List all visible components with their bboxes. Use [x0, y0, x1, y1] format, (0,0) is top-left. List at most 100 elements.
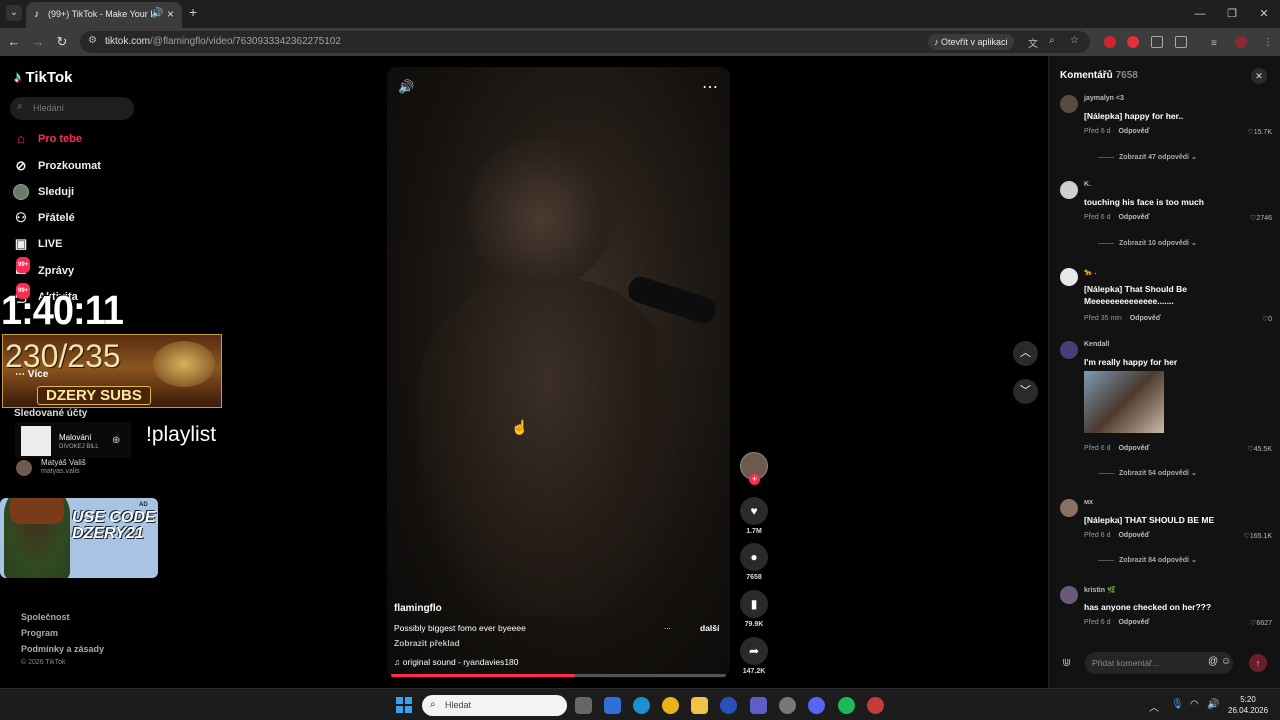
ea-app-icon[interactable]: [720, 697, 737, 714]
video-progress-bar[interactable]: [391, 674, 726, 677]
close-icon[interactable]: ✕: [1251, 68, 1267, 84]
comment-image[interactable]: [1084, 371, 1164, 433]
tab-search-menu-icon[interactable]: ⌄: [6, 5, 22, 21]
bookmark-star-icon[interactable]: ☆: [1070, 35, 1079, 46]
more-options-icon[interactable]: ⋯: [702, 77, 718, 97]
comment-like[interactable]: ♡15.7K: [1230, 128, 1272, 136]
gif-icon[interactable]: ⋓: [1062, 656, 1071, 669]
comment-like[interactable]: ♡45.5K: [1230, 445, 1272, 453]
comment-input[interactable]: Přidat komentář... @ ☺: [1085, 652, 1233, 674]
extensions-puzzle-icon[interactable]: [1175, 36, 1187, 48]
minimize-icon[interactable]: —: [1184, 0, 1216, 28]
comment-user[interactable]: мх: [1084, 499, 1093, 506]
comment-icon[interactable]: ●: [740, 543, 768, 571]
reply-button[interactable]: Odpověď: [1118, 445, 1149, 452]
comment-like[interactable]: ♡2746: [1230, 214, 1272, 222]
share-icon[interactable]: ➦: [740, 637, 768, 665]
audio-playing-icon[interactable]: 🔊: [151, 8, 163, 19]
wifi-icon[interactable]: ◠: [1190, 699, 1199, 710]
browser-menu-icon[interactable]: ⋮: [1263, 37, 1273, 48]
view-replies-button[interactable]: Zobrazit 47 odpovědí ⌄: [1098, 153, 1197, 161]
follow-plus-icon[interactable]: +: [749, 474, 760, 485]
search-input[interactable]: ⌕ Hledání: [10, 97, 134, 120]
sound-link[interactable]: ♫ original sound - ryandavies180: [394, 657, 519, 667]
restore-icon[interactable]: ❐: [1216, 0, 1248, 28]
notes-app-icon[interactable]: [604, 697, 621, 714]
tiktok-logo[interactable]: ♪ TikTok: [14, 69, 72, 86]
reply-button[interactable]: Odpověď: [1130, 315, 1161, 322]
comment-like[interactable]: ♡165.1K: [1230, 532, 1272, 540]
comment-user[interactable]: Kendall: [1084, 341, 1109, 348]
bookmark-icon[interactable]: ▮: [740, 590, 768, 618]
new-tab-icon[interactable]: +: [189, 4, 197, 20]
app-icon[interactable]: [779, 697, 796, 714]
comment-like[interactable]: ♡0: [1230, 315, 1272, 323]
extension-icon[interactable]: [1151, 36, 1163, 48]
spotify-icon[interactable]: [838, 697, 855, 714]
volume-tray-icon[interactable]: 🔊: [1207, 699, 1219, 710]
view-replies-button[interactable]: Zobrazit 10 odpovědí ⌄: [1098, 239, 1197, 247]
sidebar-item-messages[interactable]: ✉99+ Zprávy: [13, 257, 74, 281]
extension-icon[interactable]: [1104, 36, 1116, 48]
footer-link-program[interactable]: Program: [21, 628, 58, 638]
chrome-active-icon[interactable]: [867, 697, 884, 714]
forward-icon[interactable]: →: [30, 34, 46, 49]
mention-icon[interactable]: @: [1208, 656, 1218, 667]
comment-action[interactable]: ● 7658: [740, 543, 768, 581]
avatar[interactable]: [1060, 586, 1078, 604]
emoji-icon[interactable]: ☺: [1221, 656, 1231, 667]
address-bar[interactable]: ⚙ tiktok.com/@flamingflo/video/763093334…: [80, 31, 1090, 53]
video-author[interactable]: flamingflo: [394, 603, 442, 614]
previous-video-button[interactable]: ︿: [1013, 341, 1038, 366]
like-action[interactable]: ♥ 1.7M: [740, 497, 768, 535]
tray-chevron-icon[interactable]: ︿: [1149, 699, 1159, 714]
windows-start-icon[interactable]: [396, 697, 412, 713]
file-explorer-icon[interactable]: [691, 697, 708, 714]
translate-icon[interactable]: 文: [1028, 35, 1038, 50]
volume-icon[interactable]: 🔊: [398, 79, 414, 95]
sidebar-item-live[interactable]: ▣ LIVE: [13, 234, 63, 254]
comment-user[interactable]: kristin 🌿: [1084, 586, 1116, 594]
reply-button[interactable]: Odpověď: [1118, 214, 1149, 221]
task-view-icon[interactable]: [575, 697, 592, 714]
edge-icon[interactable]: [633, 697, 650, 714]
avatar[interactable]: [1060, 499, 1078, 517]
comment-user[interactable]: K.: [1084, 181, 1091, 188]
reply-button[interactable]: Odpověď: [1118, 619, 1149, 626]
reload-icon[interactable]: ↻: [54, 34, 70, 50]
avatar[interactable]: [1060, 268, 1078, 286]
sidebar-item-friends[interactable]: ⚇ Přátelé: [13, 208, 75, 228]
url-text[interactable]: tiktok.com/@flamingflo/video/76309333423…: [105, 36, 341, 47]
reply-button[interactable]: Odpověď: [1118, 128, 1149, 135]
window-close-icon[interactable]: ✕: [1248, 0, 1280, 28]
reply-button[interactable]: Odpověď: [1118, 532, 1149, 539]
heart-icon[interactable]: ♥: [740, 497, 768, 525]
comment-user[interactable]: jaymalyn <3: [1084, 95, 1124, 102]
zoom-icon[interactable]: ⌕: [1049, 35, 1055, 46]
site-info-icon[interactable]: ⚙: [88, 35, 97, 46]
taskbar-search-input[interactable]: ⌕ Hledat: [422, 695, 567, 716]
comment-like[interactable]: ♡6627: [1230, 619, 1272, 627]
open-in-app-button[interactable]: ♪ Otevřít v aplikaci: [928, 34, 1014, 50]
sidebar-item-following[interactable]: Sleduji: [13, 182, 74, 202]
microphone-icon[interactable]: 🎙: [1171, 699, 1184, 710]
tab-close-icon[interactable]: ×: [167, 7, 174, 21]
discord-icon[interactable]: [808, 697, 825, 714]
media-control-icon[interactable]: ≡: [1211, 38, 1217, 49]
avatar[interactable]: [1060, 95, 1078, 113]
teams-icon[interactable]: [750, 697, 767, 714]
comment-user[interactable]: 🐆 .: [1084, 268, 1097, 276]
next-video-button[interactable]: ﹀: [1013, 379, 1038, 404]
save-action[interactable]: ▮ 79.9K: [740, 590, 768, 628]
extension-icon[interactable]: [1127, 36, 1139, 48]
avatar[interactable]: [1060, 341, 1078, 359]
share-action[interactable]: ➦ 147.2K: [740, 637, 768, 675]
caption-more-link[interactable]: další: [700, 623, 719, 633]
footer-link-company[interactable]: Společnost: [21, 612, 70, 622]
video-player[interactable]: 🔊 ⋯ flamingflo Possibly biggest fomo eve…: [387, 67, 730, 678]
profile-avatar[interactable]: [1235, 36, 1247, 48]
clock[interactable]: 5:20 26.04.2026: [1228, 694, 1268, 716]
avatar[interactable]: [1060, 181, 1078, 199]
view-replies-button[interactable]: Zobrazit 84 odpovědí ⌄: [1098, 556, 1197, 564]
footer-link-terms[interactable]: Podmínky a zásady: [21, 644, 104, 654]
